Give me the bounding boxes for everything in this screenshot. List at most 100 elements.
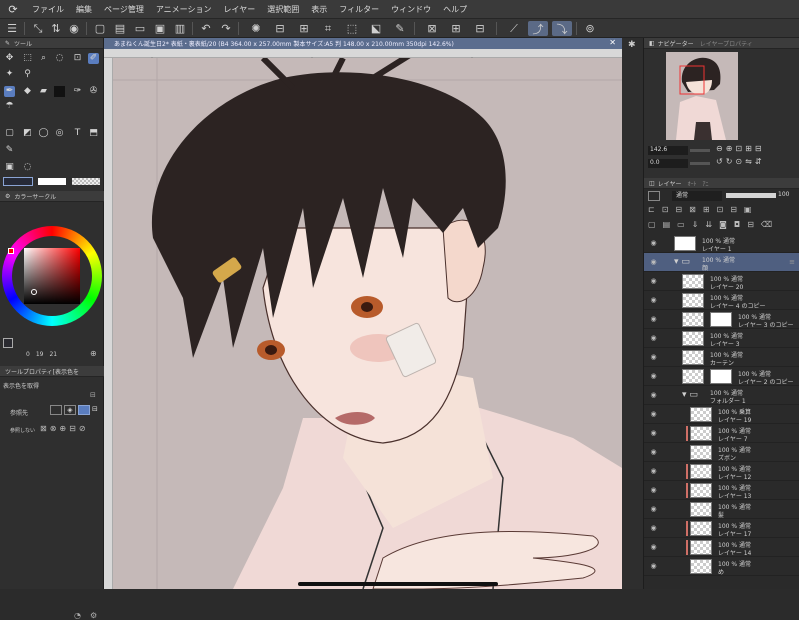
rotation-field[interactable]: 0.0	[648, 159, 688, 168]
layer-row[interactable]: ◉ 100 % 通常 レイヤー 1	[644, 234, 799, 253]
layer-visibility-eye-icon[interactable]: ◉	[649, 391, 658, 400]
fill-icon[interactable]: ⊞	[296, 21, 312, 36]
menu-item-5[interactable]: 選択範囲	[261, 4, 305, 15]
close-document-icon[interactable]: ✕	[609, 38, 616, 47]
layer-row[interactable]: ◉ 100 % 通常 レイヤー 3	[644, 329, 799, 348]
main-color-swatch[interactable]	[3, 338, 13, 348]
hamburger-menu-icon[interactable]: ☰	[4, 21, 20, 36]
flip-h-icon[interactable]: ⇋	[745, 157, 752, 166]
reference-icon[interactable]: ⊡	[662, 205, 669, 214]
layer-visibility-eye-icon[interactable]: ◉	[649, 486, 658, 495]
new-folder-icon[interactable]: ▭	[677, 220, 685, 229]
zoom-slider[interactable]	[690, 149, 710, 152]
balloon-tool-icon[interactable]: ◎	[54, 128, 65, 139]
exclude-c-icon[interactable]: ⊕	[59, 424, 66, 433]
hue-cursor[interactable]	[8, 248, 14, 254]
move-tool-icon[interactable]: ✥	[4, 53, 15, 64]
snap-grid-icon[interactable]: ⤵	[552, 21, 572, 36]
menu-item-1[interactable]: 編集	[70, 4, 98, 15]
select-tool-icon[interactable]: ◌	[54, 53, 65, 64]
menu-item-4[interactable]: レイヤー	[218, 4, 262, 15]
gradient-tool-icon[interactable]: ◩	[22, 128, 33, 139]
layer-row[interactable]: ◉ 100 % 通常髪	[644, 500, 799, 519]
layer-row[interactable]: ◉ 100 % 通常 レイヤー 7	[644, 424, 799, 443]
undo-icon[interactable]: ↶	[198, 21, 214, 36]
figure-tool-icon[interactable]: ◯	[38, 128, 49, 139]
layer-color-button[interactable]	[648, 191, 660, 201]
menu-item-2[interactable]: ページ管理	[98, 4, 150, 15]
ruler-icon[interactable]: ⊟	[472, 21, 488, 36]
lock-transparency-icon[interactable]: ⊞	[703, 205, 710, 214]
menu-item-6[interactable]: 表示	[305, 4, 333, 15]
new-page-icon[interactable]: ▤	[112, 21, 128, 36]
frame-tool-icon[interactable]: ▢	[4, 128, 15, 139]
exclude-a-icon[interactable]: ⊠	[40, 424, 47, 433]
tool-settings-icon[interactable]: ⚙	[90, 611, 97, 620]
text-tool-icon[interactable]: T	[72, 128, 83, 139]
transfer-down-icon[interactable]: ⇓	[692, 220, 699, 229]
eraser-tool-icon[interactable]: ◆	[22, 86, 33, 97]
ruler-tool-icon[interactable]: ✎	[4, 145, 15, 156]
blend-mode-select[interactable]: 通常	[672, 191, 722, 201]
color-mode-icon[interactable]: ⊕	[90, 349, 97, 358]
menu-item-8[interactable]: ウィンドウ	[385, 4, 437, 15]
new-file-icon[interactable]: ▢	[92, 21, 108, 36]
folder-icon[interactable]: ▾ ▭	[674, 257, 690, 267]
ref-exclude-icons[interactable]: ⊠ ⊗ ⊕ ⊟ ⊘	[40, 424, 86, 433]
zoom-field[interactable]: 142.6	[648, 146, 688, 155]
fill-tool-icon[interactable]	[54, 86, 65, 97]
lasso-tool-icon[interactable]: ⬚	[22, 53, 33, 64]
ruler-display-icon[interactable]: ⊟	[730, 205, 737, 214]
apply-mask-icon[interactable]: ◘	[734, 220, 740, 229]
clear-icon[interactable]: ⊟	[272, 21, 288, 36]
ref-selected-button[interactable]	[78, 405, 90, 415]
crop-icon[interactable]: ⌗	[320, 21, 336, 36]
layer-visibility-eye-icon[interactable]: ◉	[649, 410, 658, 419]
layer-visibility-eye-icon[interactable]: ◉	[649, 334, 658, 343]
help-icon[interactable]: ⊚	[582, 21, 598, 36]
lock-icon[interactable]: ⊟	[90, 391, 96, 399]
grid-icon[interactable]: ⊞	[448, 21, 464, 36]
saturation-value-square[interactable]	[24, 248, 80, 304]
layer-visibility-eye-icon[interactable]: ◉	[649, 372, 658, 381]
layer-visibility-eye-icon[interactable]: ◉	[649, 505, 658, 514]
export-icon[interactable]: ▥	[172, 21, 188, 36]
menu-item-3[interactable]: アニメーション	[150, 4, 218, 15]
snap-special-ruler-icon[interactable]: ⤴	[528, 21, 548, 36]
layer-row[interactable]: ◉ 100 % 通常 レイヤー 3 のコピー	[644, 310, 799, 329]
layer-visibility-eye-icon[interactable]: ◉	[649, 277, 658, 286]
flip-v-icon[interactable]: ⇵	[755, 157, 762, 166]
correct-line-icon[interactable]: ⬒	[88, 128, 99, 139]
layer-visibility-eye-icon[interactable]: ◉	[649, 239, 658, 248]
magic-wand-icon[interactable]: ✦	[4, 69, 15, 80]
draft-icon[interactable]: ⊟	[675, 205, 682, 214]
zoom-out-icon[interactable]: ⊖	[716, 144, 723, 153]
eyedropper-tool-icon[interactable]: ✐	[88, 53, 99, 64]
lock-layer-icon[interactable]: ⊠	[689, 205, 696, 214]
zoom-in-icon[interactable]: ⊕	[726, 144, 733, 153]
fit-window-icon[interactable]: ⊟	[755, 144, 762, 153]
layer-visibility-eye-icon[interactable]: ◉	[649, 258, 658, 267]
layer-visibility-eye-icon[interactable]: ◉	[649, 448, 658, 457]
tab-animation[interactable]: ｱﾆ	[703, 179, 709, 188]
layer-row[interactable]: ◉ 100 % 通常 カーテン	[644, 348, 799, 367]
layer-row[interactable]: ◉ 100 % 通常 レイヤー 13	[644, 481, 799, 500]
layer-row[interactable]: ◉ 100 % 通常 レイヤー 14	[644, 538, 799, 557]
layer-order-icon[interactable]: ⇅	[48, 21, 64, 36]
clip-icon[interactable]: ⊏	[648, 205, 655, 214]
delete-layer-icon[interactable]: ⌫	[761, 220, 772, 229]
layer-row[interactable]: ◉ 100 % 通常 レイヤー 4 のコピー	[644, 291, 799, 310]
canvas-area[interactable]: あまねくん誕生日2* 表紙・裏表紙/20 (B4 364.00 x 257.00…	[104, 38, 622, 589]
merge-down-icon[interactable]: ⇊	[705, 220, 712, 229]
actual-size-icon[interactable]: ⊡	[735, 144, 742, 153]
rotate-right-icon[interactable]: ↻	[726, 157, 733, 166]
layer-row[interactable]: ◉ ▾ ▭ 100 % 通常 フォルダー 1	[644, 386, 799, 405]
layer-visibility-eye-icon[interactable]: ◉	[649, 562, 658, 571]
opacity-slider[interactable]	[726, 193, 776, 198]
hide-outside-icon[interactable]: ⊠	[424, 21, 440, 36]
menu-item-9[interactable]: ヘルプ	[437, 4, 473, 15]
pen-tool-icon[interactable]: ✒	[4, 86, 15, 97]
drop-tool-icon[interactable]: ☂	[4, 101, 15, 112]
loading-icon[interactable]: ✺	[248, 21, 264, 36]
blend-tool-icon[interactable]: ▰	[38, 86, 49, 97]
